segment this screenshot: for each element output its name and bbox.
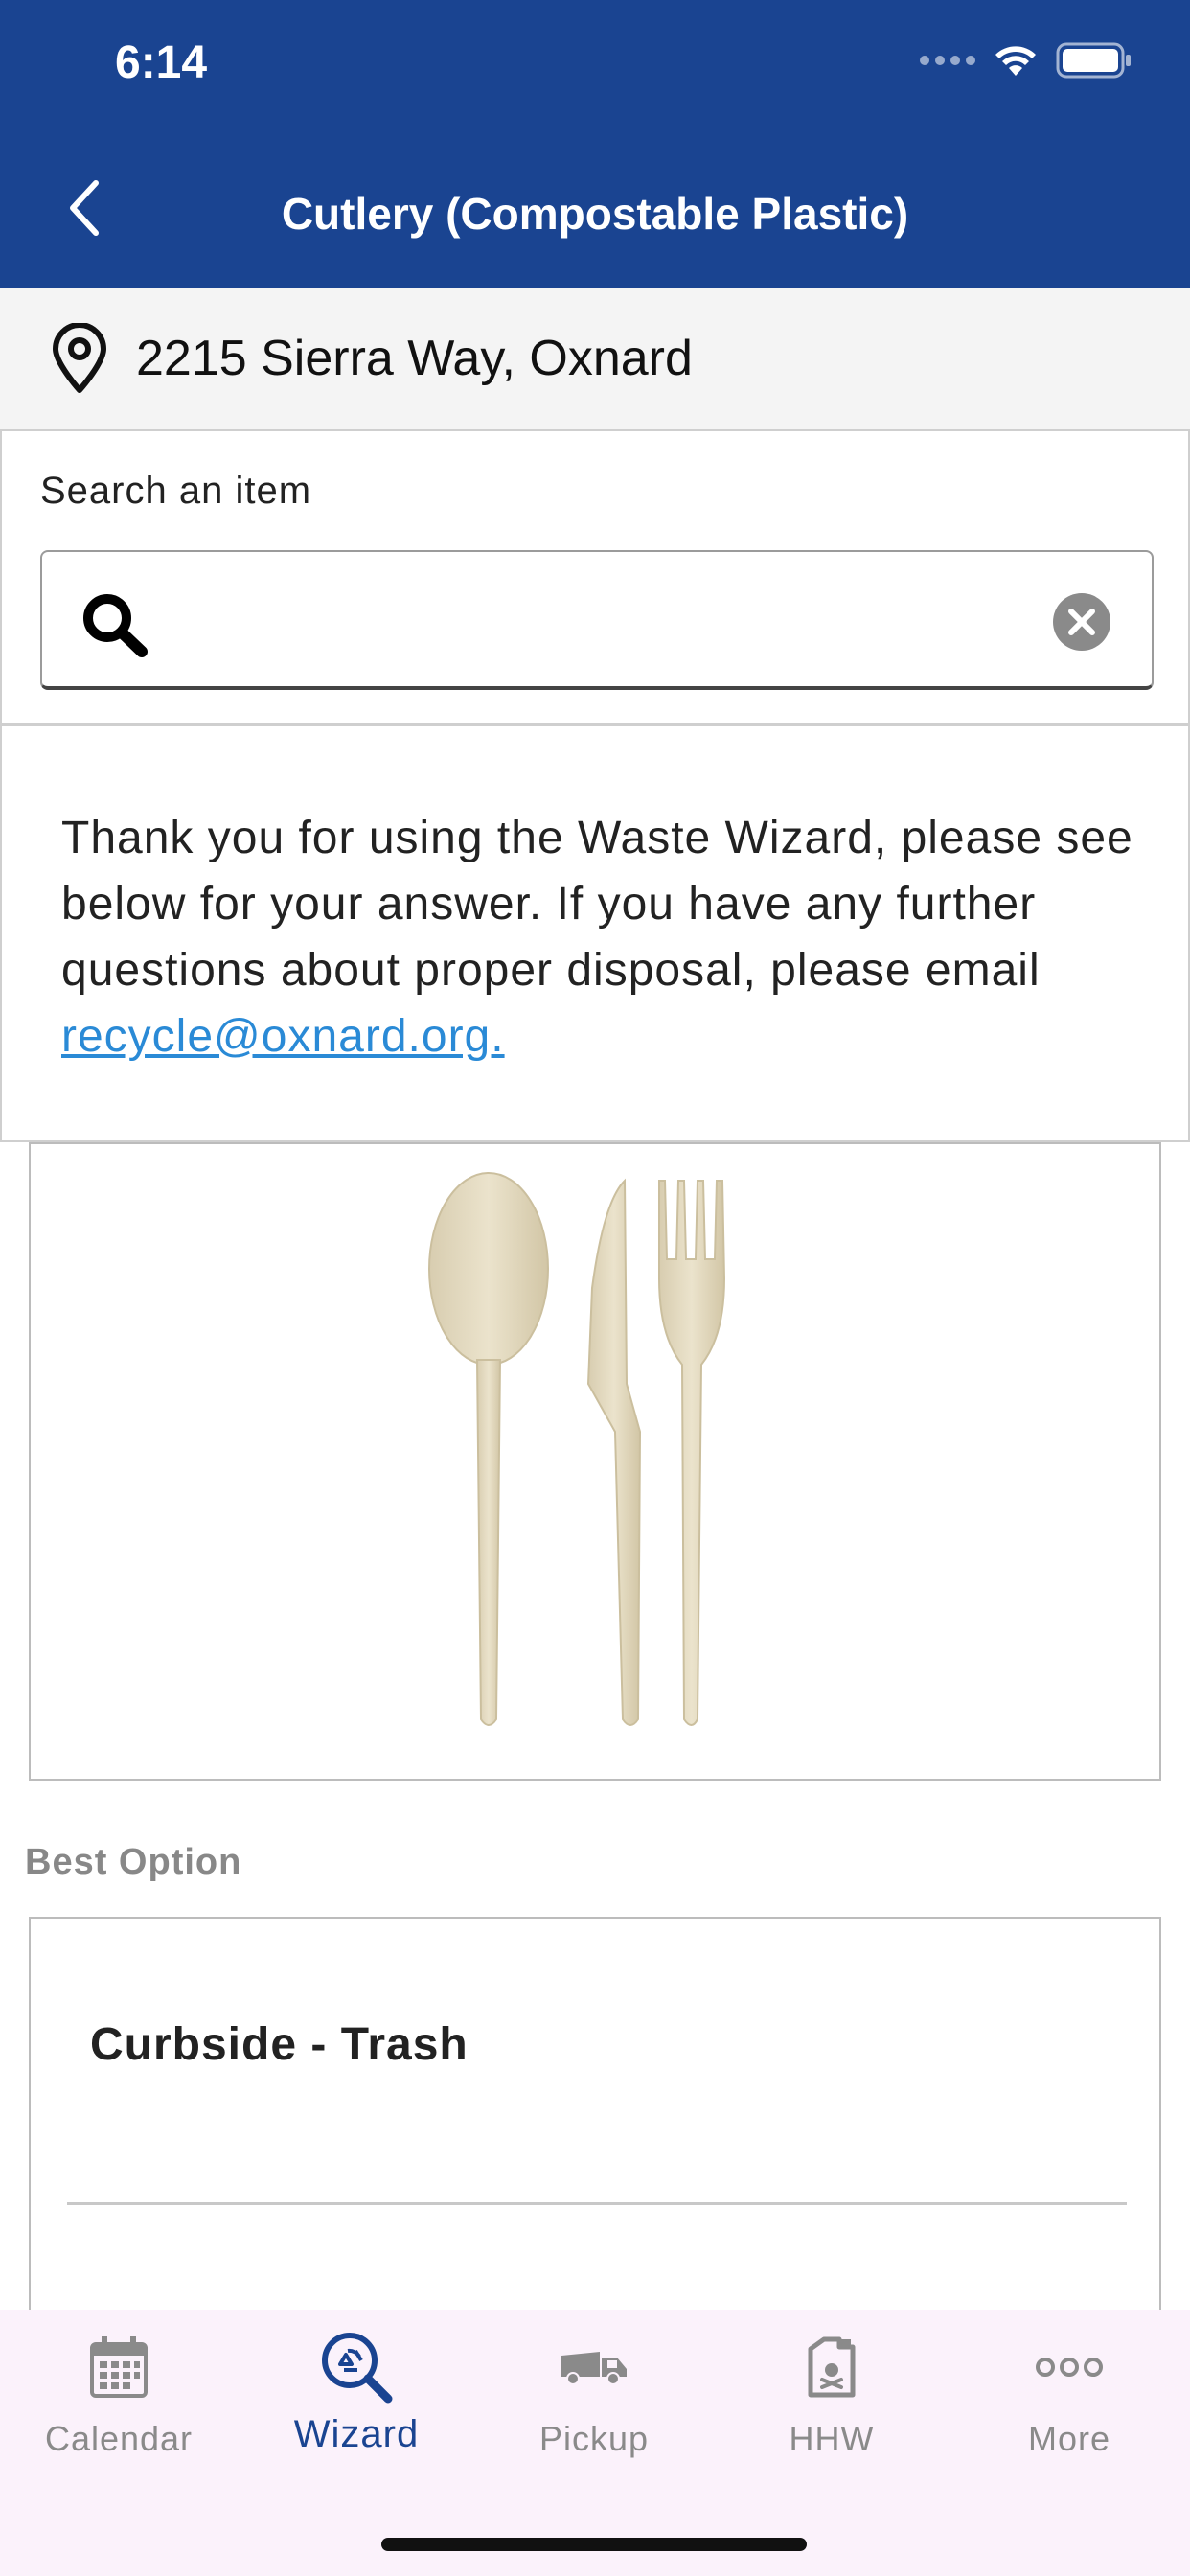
clear-icon[interactable] [1052, 592, 1111, 652]
search-box[interactable] [40, 550, 1154, 690]
search-label: Search an item [40, 470, 312, 512]
message-card: Thank you for using the Waste Wizard, pl… [0, 724, 1190, 1142]
tab-bar: Calendar Wizard Pickup HHW More [0, 2310, 1190, 2576]
location-pin-icon [48, 322, 111, 395]
hazard-container-icon [793, 2329, 870, 2405]
option-card[interactable]: Curbside - Trash [29, 1917, 1161, 2338]
cutlery-image [428, 1172, 726, 1726]
item-image-card [29, 1142, 1161, 1781]
message-body: Thank you for using the Waste Wizard, pl… [61, 813, 1133, 996]
search-input[interactable] [176, 571, 1039, 667]
tab-label: More [1027, 2419, 1111, 2458]
page-title: Cutlery (Compostable Plastic) [281, 189, 909, 239]
search-card: Search an item [0, 431, 1190, 724]
calendar-icon [80, 2329, 157, 2405]
email-link[interactable]: recycle@oxnard.org. [61, 1011, 505, 1062]
option-title: Curbside - Trash [90, 2019, 469, 2070]
tab-label: Pickup [538, 2419, 650, 2458]
recycle-search-icon [318, 2329, 395, 2405]
tab-label: Calendar [44, 2419, 194, 2458]
wifi-icon [993, 43, 1039, 78]
cellular-signal-icon [920, 56, 975, 65]
tab-wizard[interactable]: Wizard [238, 2329, 475, 2482]
screen: 6:14 Cutlery (Compostable Plastic) 2215 … [0, 0, 1190, 2576]
tab-more[interactable]: More [950, 2329, 1188, 2482]
home-indicator[interactable] [381, 2538, 807, 2551]
tab-pickup[interactable]: Pickup [475, 2329, 713, 2482]
more-dots-icon [1031, 2329, 1108, 2405]
tab-calendar[interactable]: Calendar [0, 2329, 238, 2482]
message-text: Thank you for using the Waste Wizard, pl… [61, 805, 1144, 1070]
truck-icon [556, 2329, 632, 2405]
tab-hhw[interactable]: HHW [713, 2329, 950, 2482]
divider [67, 2202, 1127, 2205]
search-icon [83, 594, 148, 657]
app-header: 6:14 Cutlery (Compostable Plastic) [0, 0, 1190, 288]
address-bar[interactable]: 2215 Sierra Way, Oxnard [0, 288, 1190, 431]
address-text: 2215 Sierra Way, Oxnard [136, 331, 693, 386]
best-option-label: Best Option [25, 1842, 242, 1882]
tab-label: HHW [789, 2419, 875, 2458]
status-icons [920, 42, 1133, 79]
status-time: 6:14 [115, 37, 208, 88]
tab-label: Wizard [293, 2413, 420, 2455]
battery-icon [1056, 42, 1133, 79]
